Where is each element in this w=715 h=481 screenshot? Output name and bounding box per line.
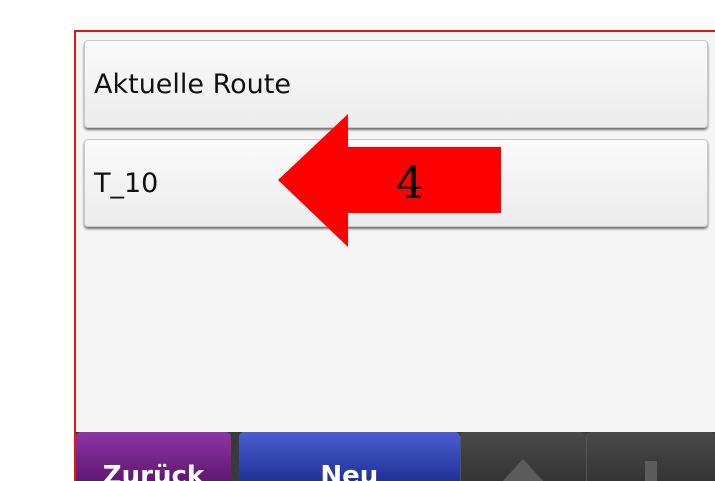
annotation-layer: 4	[278, 114, 501, 247]
annotation-step-number: 4	[396, 158, 424, 209]
annotation-arrow	[278, 114, 501, 247]
